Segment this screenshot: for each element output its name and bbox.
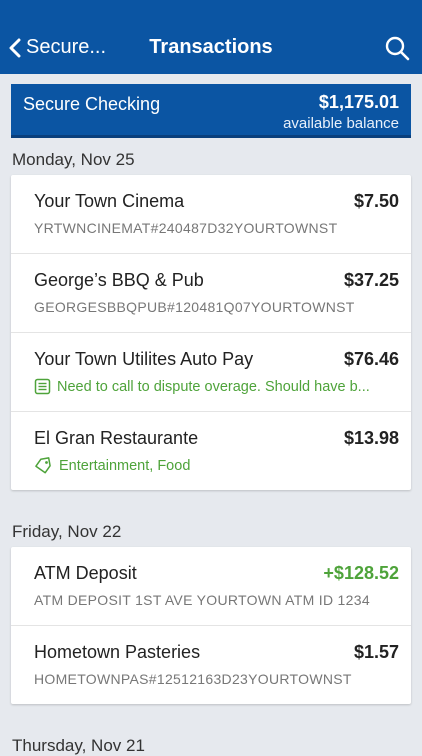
nav-bar: Secure... Transactions [0,0,422,74]
transaction-detail: HOMETOWNPAS#12512163D23YOURTOWNST [34,671,352,687]
page-title: Transactions [149,36,273,58]
transaction-row[interactable]: Your Town Cinema $7.50 YRTWNCINEMAT#2404… [11,175,411,254]
account-balance: $1,175.01 [318,92,399,112]
transaction-name: Your Town Cinema [34,191,185,211]
date-header: Thursday, Nov 21 [12,736,145,755]
transaction-row[interactable]: El Gran Restaurante $13.98 Entertainment… [11,412,411,490]
transaction-tags-text: Entertainment, Food [59,457,191,474]
transaction-amount: $13.98 [343,428,399,448]
tag-icon [35,457,51,474]
transaction-detail: GEORGESBBQPUB#120481Q07YOURTOWNST [34,299,355,315]
account-summary[interactable]: Secure Checking $1,175.01 available bala… [11,84,411,138]
transaction-row[interactable]: George’s BBQ & Pub $37.25 GEORGESBBQPUB#… [11,254,411,333]
transaction-note: Need to call to dispute overage. Should … [34,378,370,395]
date-header: Friday, Nov 22 [12,522,122,541]
transaction-amount: +$128.52 [323,563,399,583]
transaction-name: El Gran Restaurante [34,428,199,448]
transaction-detail: ATM DEPOSIT 1ST AVE YOURTOWN ATM ID 1234 [34,592,370,608]
transaction-row[interactable]: Your Town Utilites Auto Pay $76.46 Need … [11,333,411,412]
transaction-amount: $7.50 [353,191,399,211]
account-name: Secure Checking [23,94,161,114]
transaction-note-text: Need to call to dispute overage. Should … [57,378,370,395]
transaction-list: ATM Deposit +$128.52 ATM DEPOSIT 1ST AVE… [11,547,411,704]
transaction-list: Your Town Cinema $7.50 YRTWNCINEMAT#2404… [11,175,411,490]
transaction-name: ATM Deposit [34,563,137,583]
date-header: Monday, Nov 25 [12,150,135,169]
transaction-amount: $76.46 [343,349,399,369]
note-icon [34,378,51,395]
transaction-row[interactable]: Hometown Pasteries $1.57 HOMETOWNPAS#125… [11,626,411,704]
search-icon[interactable] [384,35,410,61]
account-balance-label: available balance [283,115,399,132]
transaction-name: Hometown Pasteries [34,642,201,662]
transaction-amount: $1.57 [353,642,399,662]
transaction-detail: YRTWNCINEMAT#240487D32YOURTOWNST [34,220,338,236]
transaction-name: George’s BBQ & Pub [34,270,204,290]
transaction-amount: $37.25 [343,270,399,290]
transaction-row[interactable]: ATM Deposit +$128.52 ATM DEPOSIT 1ST AVE… [11,547,411,626]
transaction-name: Your Town Utilites Auto Pay [34,349,254,369]
transaction-tags: Entertainment, Food [34,457,190,474]
